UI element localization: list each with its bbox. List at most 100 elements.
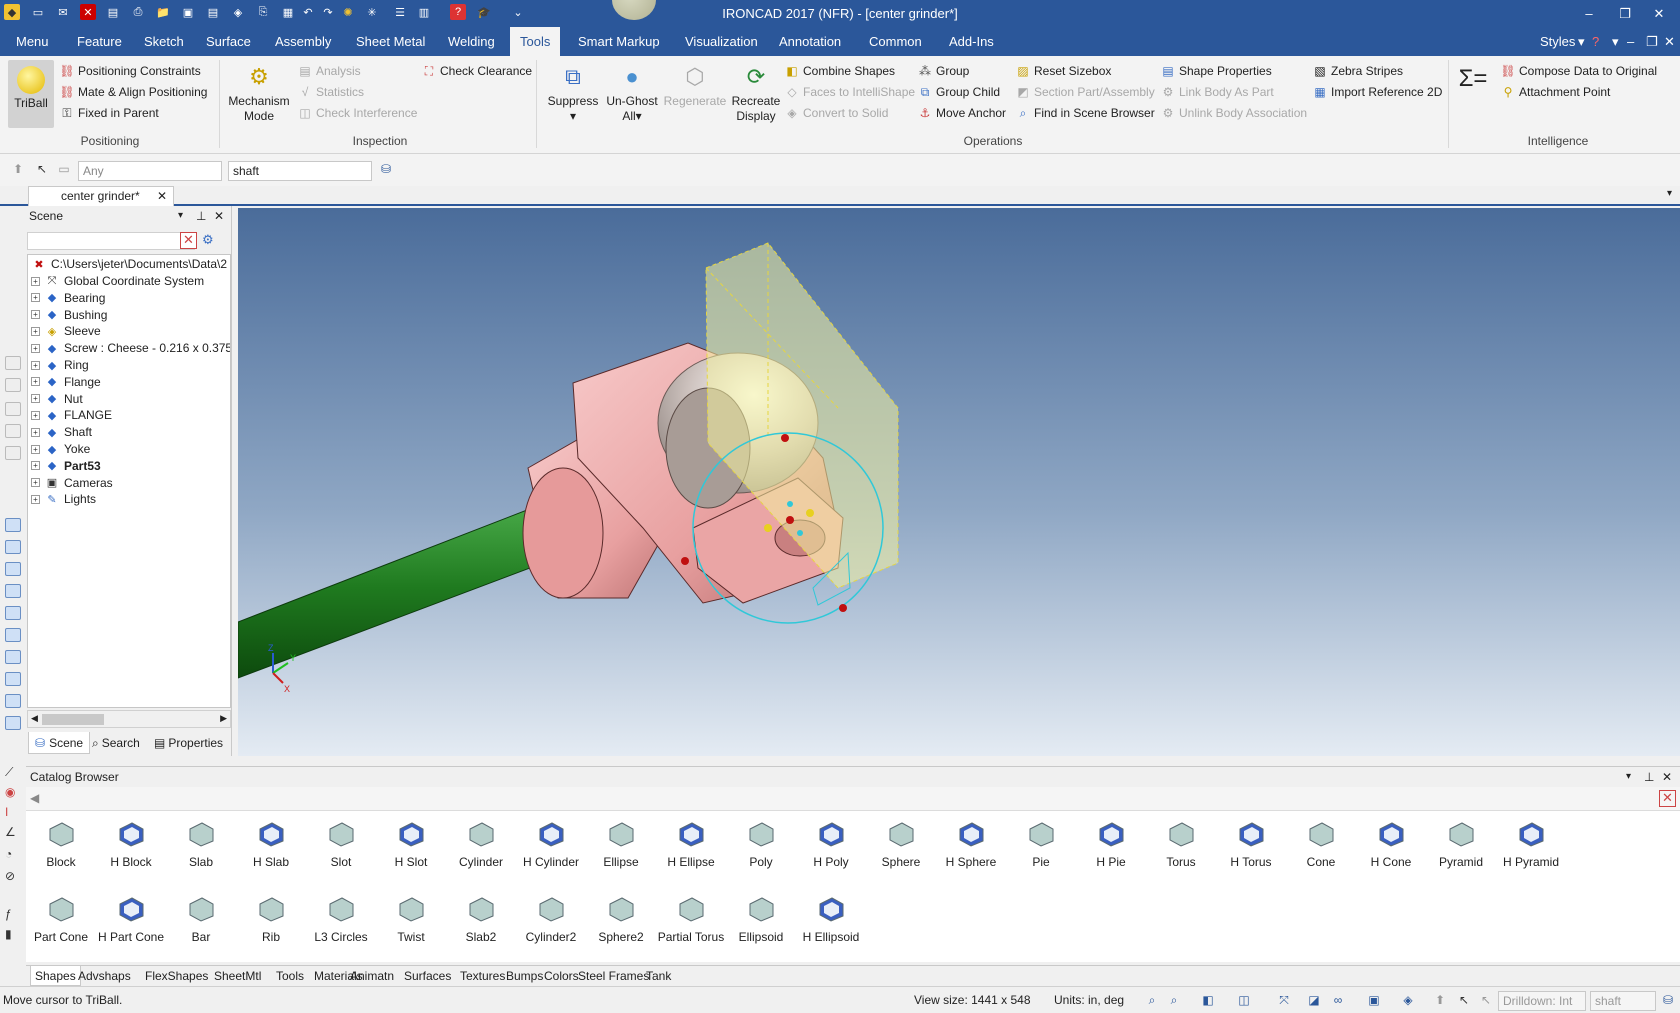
tree-item[interactable]: + ◆ Flange [31, 373, 101, 391]
scene-dropdown-icon[interactable]: ▾ [178, 206, 183, 226]
3d-viewport[interactable]: Z Y X [238, 208, 1680, 756]
shape-item[interactable]: Twist [376, 894, 446, 944]
sigma-button[interactable]: Σ= [1456, 62, 1490, 96]
render-mode-icon[interactable]: ◪ [1306, 992, 1322, 1008]
tab-visualization[interactable]: Visualization [683, 27, 760, 56]
tree-item[interactable]: + ◆ Nut [31, 390, 83, 408]
shape-item[interactable]: Partial Torus [656, 894, 726, 944]
expand-icon[interactable]: + [31, 478, 40, 488]
view-tool-icon[interactable] [5, 378, 21, 392]
triball-handle-dot[interactable] [806, 509, 814, 517]
drilldown-combo[interactable]: Drilldown: Int [1498, 991, 1586, 1011]
shape-item[interactable]: H Cone [1356, 819, 1426, 869]
ribbon-dropdown-icon[interactable]: ▾ [1610, 27, 1621, 56]
select-mode-icon[interactable]: ▭ [56, 161, 72, 177]
help-menu-icon[interactable]: ? [1590, 27, 1601, 56]
select-box-icon[interactable]: ↖ [1478, 992, 1494, 1008]
shape-item[interactable]: H Pyramid [1496, 819, 1566, 869]
sketch-tool-icon[interactable]: ƒ [5, 908, 21, 922]
document-tab[interactable]: center grinder* ✕ [28, 186, 174, 206]
expand-icon[interactable]: + [31, 444, 40, 454]
rotate-tool-icon[interactable]: ◔ [5, 848, 21, 862]
view-tool-icon[interactable] [5, 356, 21, 370]
shape-item[interactable]: Pie [1006, 819, 1076, 869]
shape-item[interactable]: Sphere [866, 819, 936, 869]
catalog-tab[interactable]: SheetMtl [214, 966, 261, 986]
close-tab-icon[interactable]: ✕ [157, 187, 167, 206]
unghost-all-button[interactable]: ● Un-Ghost All▾ [604, 60, 660, 124]
expand-icon[interactable]: + [31, 377, 40, 387]
catalog-tab[interactable]: Colors [544, 966, 579, 986]
view-box-icon[interactable]: ◧ [1200, 992, 1216, 1008]
shape-item[interactable]: H Ellipse [656, 819, 726, 869]
tab-assembly[interactable]: Assembly [273, 27, 333, 56]
iso-view-icon[interactable] [5, 694, 21, 708]
scene-filter-input[interactable] [27, 232, 195, 250]
catalog-tab[interactable]: Animatn [350, 966, 394, 986]
positioning-constraints-button[interactable]: ⛓ Positioning Constraints [59, 61, 200, 81]
expand-icon[interactable]: + [31, 293, 40, 303]
tree-item[interactable]: + ▣ Cameras [31, 474, 113, 492]
tree-item[interactable]: + ◆ Shaft [31, 423, 92, 441]
view-tool-icon[interactable] [5, 424, 21, 438]
shape-item[interactable]: H Slot [376, 819, 446, 869]
expand-icon[interactable]: + [31, 394, 40, 404]
triball-handle-dot[interactable] [839, 604, 847, 612]
tab-add-ins[interactable]: Add-Ins [947, 27, 996, 56]
shape-item[interactable]: Sphere2 [586, 894, 656, 944]
catalog-tab[interactable]: Tools [276, 966, 304, 986]
mechanism-mode-button[interactable]: ⚙ Mechanism Mode [226, 60, 292, 124]
pointer-icon[interactable]: ⬆ [1432, 992, 1448, 1008]
scroll-right-icon[interactable]: ▶ [220, 713, 227, 724]
compose-data-button[interactable]: ⛓ Compose Data to Original [1500, 61, 1657, 81]
shape-item[interactable]: Poly [726, 819, 796, 869]
expand-icon[interactable]: + [31, 427, 40, 437]
fixed-in-parent-button[interactable]: ⚿ Fixed in Parent [59, 103, 158, 123]
catalog-tab[interactable]: Shapes [30, 966, 81, 986]
catalog-close-icon[interactable]: ✕ [1662, 767, 1672, 787]
catalog-dropdown-icon[interactable]: ▾ [1626, 767, 1631, 787]
statistics-button[interactable]: √ Statistics [297, 82, 364, 102]
group-button[interactable]: ⁂ Group [917, 61, 969, 81]
selection-filter-combo[interactable]: Any [78, 161, 222, 181]
tab-search[interactable]: ⌕ Search [92, 732, 140, 754]
tree-item[interactable]: + ◈ Sleeve [31, 322, 101, 340]
iso-view-icon[interactable] [5, 716, 21, 730]
view-cube-icon[interactable]: ◫ [1236, 992, 1252, 1008]
catalog-tab[interactable]: Advshaps [78, 966, 131, 986]
expand-icon[interactable]: + [31, 276, 40, 286]
doc-close-icon[interactable]: ✕ [1662, 27, 1677, 56]
section-part-button[interactable]: ◩ Section Part/Assembly [1015, 82, 1154, 102]
shape-item[interactable]: H Poly [796, 819, 866, 869]
recreate-display-button[interactable]: ⟳ Recreate Display [730, 60, 782, 124]
tree-item[interactable]: + ◆ Bushing [31, 306, 107, 324]
select-icon[interactable]: ↖ [1456, 992, 1472, 1008]
expand-icon[interactable]: + [31, 461, 40, 471]
scrollbar-thumb[interactable] [42, 714, 104, 725]
shape-item[interactable]: Block [26, 819, 96, 869]
find-scene-browser-button[interactable]: ⌕ Find in Scene Browser [1015, 103, 1155, 123]
iso-view-icon[interactable] [5, 672, 21, 686]
angle-tool-icon[interactable]: ∠ [5, 826, 21, 840]
scene-close-icon[interactable]: ✕ [214, 206, 224, 226]
triball-button[interactable]: TriBall [8, 60, 54, 128]
tab-sketch[interactable]: Sketch [142, 27, 186, 56]
shape-item[interactable]: H Torus [1216, 819, 1286, 869]
tree-root[interactable]: ✖ C:\Users\jeter\Documents\Data\2 [31, 255, 227, 273]
ruler-tool-icon[interactable]: ▮ [5, 928, 21, 942]
check-interference-button[interactable]: ◫ Check Interference [297, 103, 417, 123]
triball-center[interactable] [786, 516, 794, 524]
hub-face[interactable] [522, 467, 604, 599]
tab-smart-markup[interactable]: Smart Markup [576, 27, 662, 56]
expand-icon[interactable]: + [31, 326, 40, 336]
close-button[interactable]: ✕ [1636, 0, 1680, 27]
tab-properties[interactable]: ▤ Properties [154, 732, 223, 754]
combine-shapes-button[interactable]: ◧ Combine Shapes [784, 61, 895, 81]
hierarchy-icon[interactable]: ⛁ [378, 161, 394, 177]
reset-sizebox-button[interactable]: ▨ Reset Sizebox [1015, 61, 1111, 81]
catalog-tab[interactable]: FlexShapes [145, 966, 208, 986]
tree-item[interactable]: + ◆ Bearing [31, 289, 105, 307]
shape-item[interactable]: H Slab [236, 819, 306, 869]
tab-common[interactable]: Common [867, 27, 924, 56]
tree-item[interactable]: + ✎ Lights [31, 490, 96, 508]
